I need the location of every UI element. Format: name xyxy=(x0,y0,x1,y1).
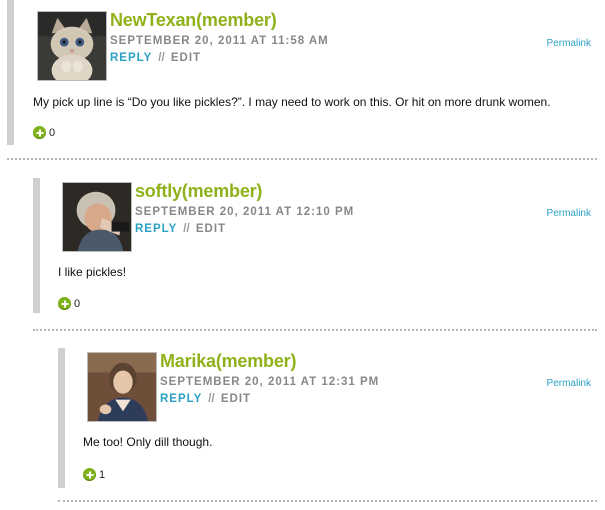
thread-bar xyxy=(58,348,65,488)
avatar[interactable] xyxy=(37,11,107,81)
comment-date: SEPTEMBER 20, 2011 AT 12:10 PM xyxy=(135,206,355,218)
vote-widget: 0 xyxy=(58,297,80,310)
edit-link[interactable]: EDIT xyxy=(196,223,226,235)
comment-actions: REPLY // EDIT xyxy=(110,52,201,64)
vote-widget: 1 xyxy=(83,468,105,481)
vote-count: 1 xyxy=(99,468,106,481)
comment-author[interactable]: Marika(member) xyxy=(160,351,296,372)
person-avatar-icon xyxy=(63,183,131,251)
permalink-link[interactable]: Permalink xyxy=(547,208,591,219)
action-separator: // xyxy=(208,393,215,405)
comment-newtexan: NewTexan(member) SEPTEMBER 20, 2011 AT 1… xyxy=(0,0,605,150)
comment-text: My pick up line is “Do you like pickles?… xyxy=(33,95,551,109)
comment-author[interactable]: softly(member) xyxy=(135,181,262,202)
comment-date: SEPTEMBER 20, 2011 AT 12:31 PM xyxy=(160,376,380,388)
permalink-link[interactable]: Permalink xyxy=(547,38,591,49)
plus-vote-icon[interactable] xyxy=(58,297,71,310)
comment-divider xyxy=(33,329,597,331)
permalink-link[interactable]: Permalink xyxy=(547,378,591,389)
comment-divider xyxy=(7,158,597,160)
vote-count: 0 xyxy=(49,126,56,139)
comment-actions: REPLY // EDIT xyxy=(160,393,251,405)
edit-link[interactable]: EDIT xyxy=(171,52,201,64)
comment-actions: REPLY // EDIT xyxy=(135,223,226,235)
plus-vote-icon[interactable] xyxy=(83,468,96,481)
reply-link[interactable]: REPLY xyxy=(135,223,177,235)
reply-link[interactable]: REPLY xyxy=(160,393,202,405)
reply-link[interactable]: REPLY xyxy=(110,52,152,64)
comment-text: Me too! Only dill though. xyxy=(83,435,213,449)
thread-bar xyxy=(7,0,14,145)
action-separator: // xyxy=(158,52,165,64)
comment-softly: softly(member) SEPTEMBER 20, 2011 AT 12:… xyxy=(0,172,605,317)
kitten-avatar-icon xyxy=(38,12,106,80)
thread-bar xyxy=(33,178,40,313)
avatar[interactable] xyxy=(87,352,157,422)
vote-widget: 0 xyxy=(33,126,55,139)
comment-text: I like pickles! xyxy=(58,265,127,279)
edit-link[interactable]: EDIT xyxy=(221,393,251,405)
action-separator: // xyxy=(183,223,190,235)
plus-vote-icon[interactable] xyxy=(33,126,46,139)
comment-divider xyxy=(58,500,597,502)
person-avatar-icon xyxy=(88,353,156,421)
comment-author[interactable]: NewTexan(member) xyxy=(110,10,277,31)
comment-date: SEPTEMBER 20, 2011 AT 11:58 AM xyxy=(110,35,329,47)
vote-count: 0 xyxy=(74,297,81,310)
avatar[interactable] xyxy=(62,182,132,252)
comment-marika: Marika(member) SEPTEMBER 20, 2011 AT 12:… xyxy=(0,342,605,497)
